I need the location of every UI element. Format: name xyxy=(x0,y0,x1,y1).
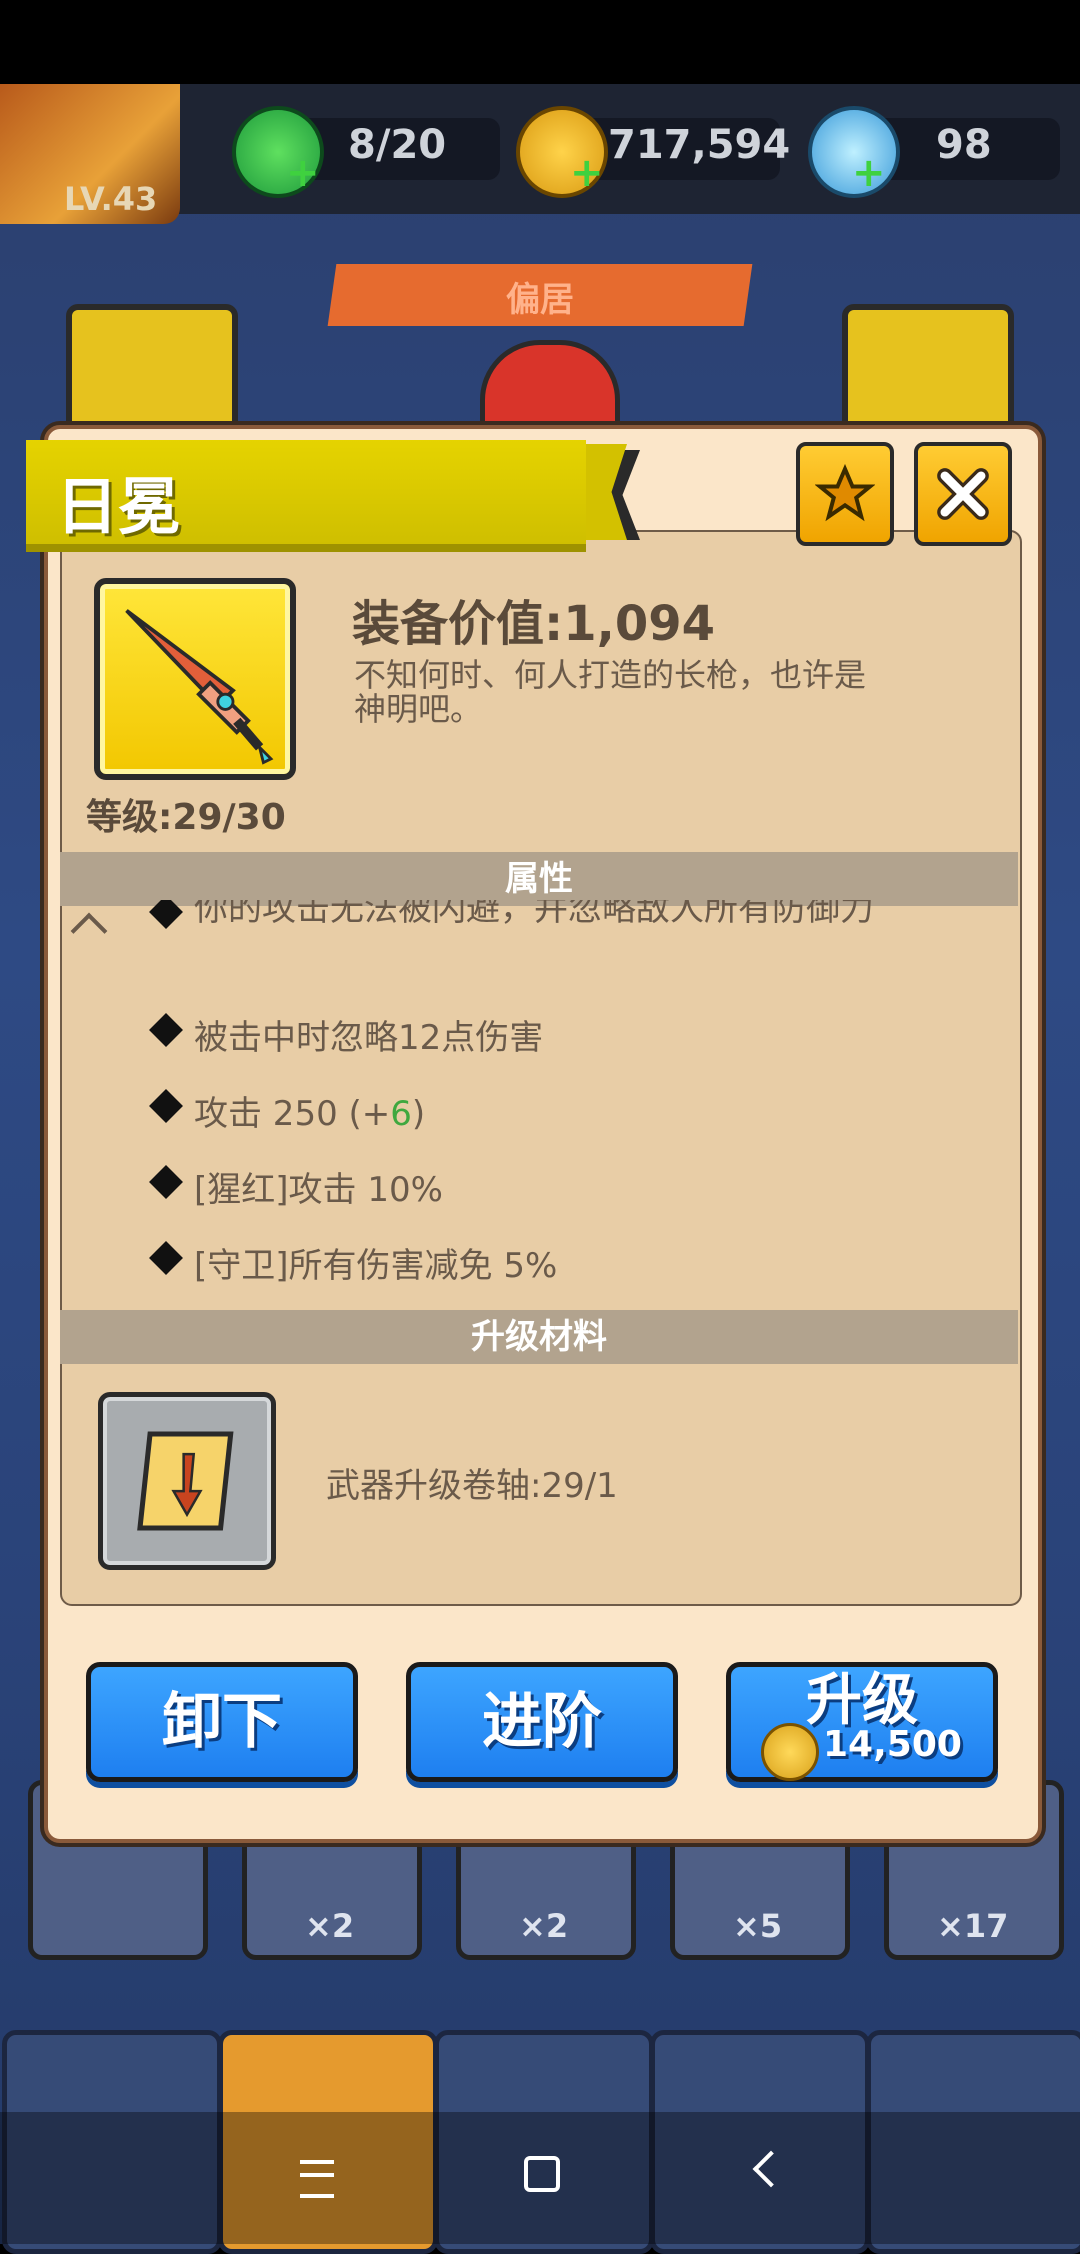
material-label: 武器升级卷轴:29/1 xyxy=(326,1466,618,1506)
equip-value: 装备价值:1,094 xyxy=(352,596,716,652)
item-name: 日冕 xyxy=(56,470,181,543)
bullet-icon xyxy=(149,1089,183,1123)
attribute-text: 被击中时忽略12点伤害 xyxy=(194,1018,544,1058)
attribute-text: 攻击 250 (+6) xyxy=(194,1094,426,1134)
home-icon[interactable] xyxy=(524,2156,560,2192)
item-icon-frame xyxy=(94,578,296,780)
menu-icon[interactable] xyxy=(300,2160,334,2198)
bullet-icon xyxy=(149,900,183,929)
attribute-text: 你的攻击无法被闪避，并忽略敌人所有防御力 xyxy=(194,900,874,929)
energy-value: 8/20 xyxy=(348,122,447,168)
upgrade-button[interactable]: 升级 14,500 xyxy=(726,1662,998,1782)
add-gem-icon[interactable]: + xyxy=(852,150,886,196)
add-energy-icon[interactable]: + xyxy=(286,150,320,196)
attributes-list[interactable]: 你的攻击无法被闪避，并忽略敌人所有防御力 被击中时忽略12点伤害 攻击 250 … xyxy=(60,900,1018,1304)
close-icon xyxy=(937,468,989,520)
back-icon[interactable] xyxy=(752,2150,790,2188)
bullet-icon xyxy=(149,1241,183,1275)
bullet-icon xyxy=(149,1013,183,1047)
gold-coin-icon xyxy=(761,1723,819,1781)
upgrade-cost: 14,500 xyxy=(823,1724,962,1765)
gold-value: 717,594 xyxy=(608,122,791,168)
favorite-button[interactable] xyxy=(796,442,894,546)
item-description: 不知何时、何人打造的长枪，也许是神明吧。 xyxy=(354,656,867,728)
player-level: LV.43 xyxy=(64,180,158,218)
advance-button[interactable]: 进阶 xyxy=(406,1662,678,1782)
star-icon xyxy=(815,464,875,522)
gem-value: 98 xyxy=(936,122,992,168)
attribute-row: [猩红]攻击 10% xyxy=(149,1162,443,1211)
materials-header: 升级材料 xyxy=(60,1310,1018,1364)
add-gold-icon[interactable]: + xyxy=(570,150,604,196)
attribute-row: 攻击 250 (+6) xyxy=(149,1086,426,1135)
attribute-row: 你的攻击无法被闪避，并忽略敌人所有防御力 xyxy=(149,900,994,934)
item-level: 等级:29/30 xyxy=(86,797,286,838)
attribute-row: 被击中时忽略12点伤害 xyxy=(149,1010,544,1059)
bullet-icon xyxy=(149,1165,183,1199)
attribute-row: [守卫]所有伤害减免 5% xyxy=(149,1238,558,1287)
spear-icon xyxy=(125,609,274,765)
attribute-text: [猩红]攻击 10% xyxy=(194,1170,443,1210)
scroll-up-icon[interactable] xyxy=(70,912,108,950)
close-button[interactable] xyxy=(914,442,1012,546)
unequip-button[interactable]: 卸下 xyxy=(86,1662,358,1782)
section-title: 偏居 xyxy=(506,280,574,320)
system-nav-bar xyxy=(0,2112,1080,2244)
scroll-icon xyxy=(137,1431,234,1531)
status-bar xyxy=(0,0,1080,84)
attributes-header: 属性 xyxy=(60,852,1018,906)
attribute-text: [守卫]所有伤害减免 5% xyxy=(194,1246,558,1286)
material-icon-frame[interactable] xyxy=(98,1392,276,1570)
